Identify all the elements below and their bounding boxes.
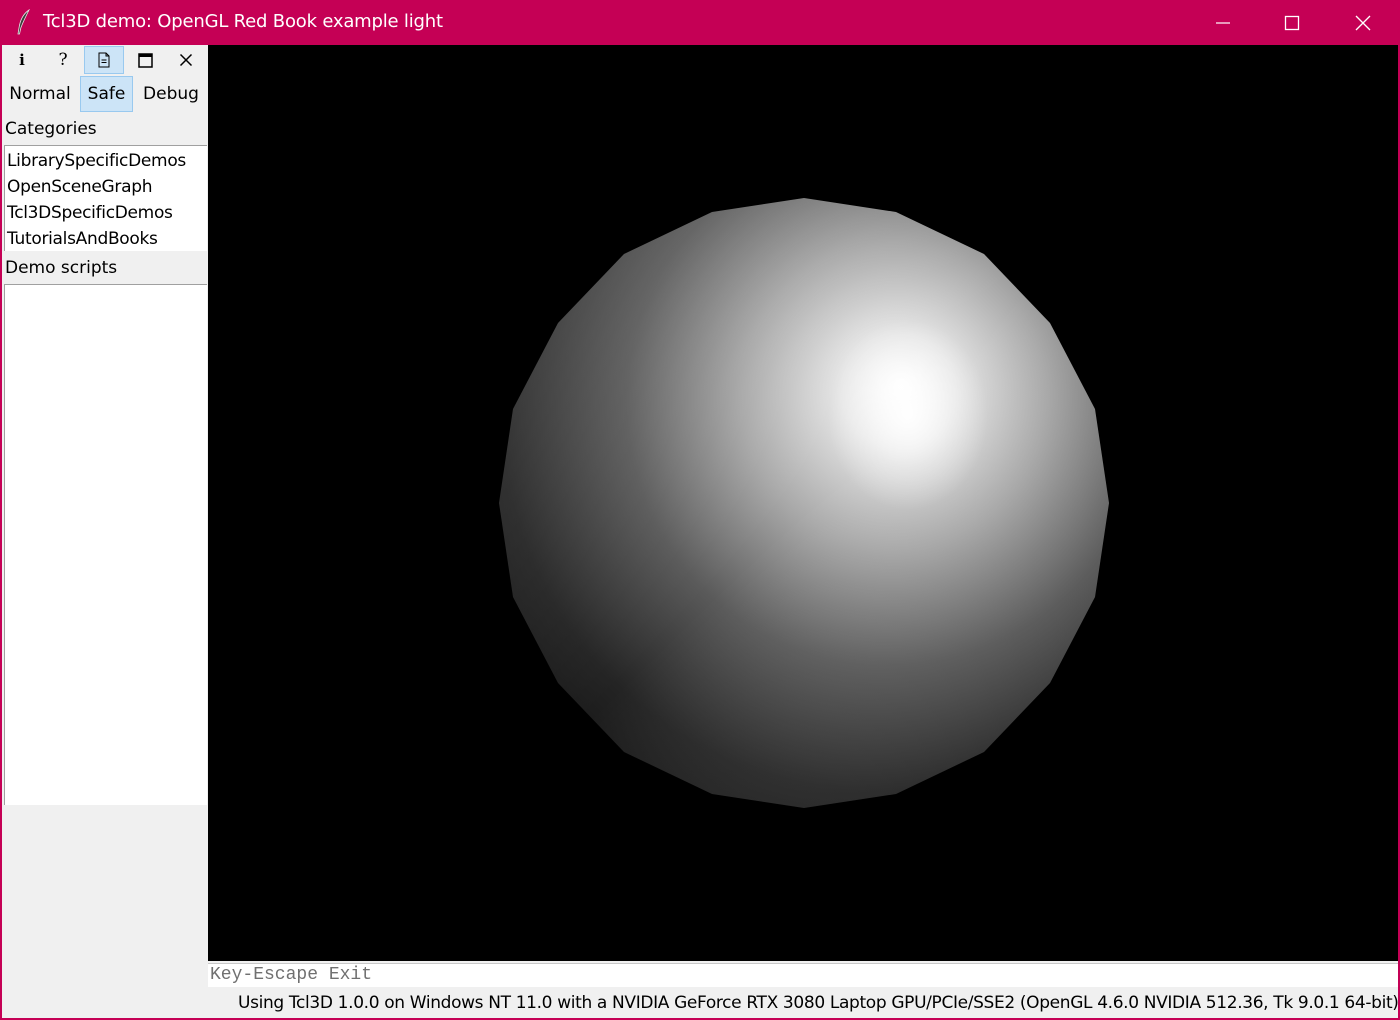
feather-icon bbox=[17, 9, 30, 35]
window-button[interactable] bbox=[125, 46, 165, 74]
demo-scripts-list[interactable] bbox=[4, 284, 207, 805]
title-bar[interactable]: Tcl3D demo: OpenGL Red Book example ligh… bbox=[0, 0, 1400, 45]
close-button[interactable] bbox=[1328, 0, 1398, 45]
document-button[interactable] bbox=[84, 46, 124, 74]
help-icon: ? bbox=[58, 50, 68, 70]
mode-debug-button[interactable]: Debug bbox=[136, 76, 206, 112]
categories-list[interactable]: LibrarySpecificDemos OpenSceneGraph Tcl3… bbox=[4, 145, 207, 251]
lit-sphere bbox=[499, 198, 1109, 808]
mode-selector: Normal Safe Debug bbox=[2, 75, 208, 113]
document-icon bbox=[98, 52, 110, 68]
categories-label: Categories bbox=[5, 119, 97, 139]
window-title: Tcl3D demo: OpenGL Red Book example ligh… bbox=[43, 11, 443, 32]
help-button[interactable]: ? bbox=[43, 46, 83, 74]
close-demo-button[interactable] bbox=[166, 46, 206, 74]
category-item[interactable]: LibrarySpecificDemos bbox=[5, 148, 207, 174]
info-button[interactable]: i bbox=[2, 46, 42, 74]
key-bindings-line: Key-Escape Exit bbox=[208, 963, 1398, 987]
window-icon bbox=[137, 52, 153, 68]
status-bar: Using Tcl3D 1.0.0 on Windows NT 11.0 wit… bbox=[238, 993, 1399, 1013]
demo-scripts-label: Demo scripts bbox=[5, 258, 118, 278]
mode-normal-button[interactable]: Normal bbox=[4, 76, 76, 112]
close-icon bbox=[179, 53, 193, 67]
category-item[interactable]: TutorialsAndBooks bbox=[5, 226, 207, 252]
minimize-icon bbox=[1216, 21, 1230, 24]
sidebar: i ? Normal Safe Debug Categories Library… bbox=[2, 45, 208, 1018]
category-item[interactable]: OpenSceneGraph bbox=[5, 174, 207, 200]
mode-safe-button[interactable]: Safe bbox=[80, 76, 133, 112]
maximize-button[interactable] bbox=[1257, 0, 1327, 45]
info-icon: i bbox=[19, 51, 25, 69]
category-item[interactable]: Tcl3DSpecificDemos bbox=[5, 200, 207, 226]
opengl-viewport[interactable] bbox=[208, 45, 1398, 961]
close-icon bbox=[1355, 15, 1371, 30]
maximize-icon bbox=[1284, 15, 1300, 30]
toolbar: i ? bbox=[2, 45, 208, 75]
minimize-button[interactable] bbox=[1188, 0, 1258, 45]
client-area: i ? Normal Safe Debug Categories Library… bbox=[2, 45, 1399, 1018]
